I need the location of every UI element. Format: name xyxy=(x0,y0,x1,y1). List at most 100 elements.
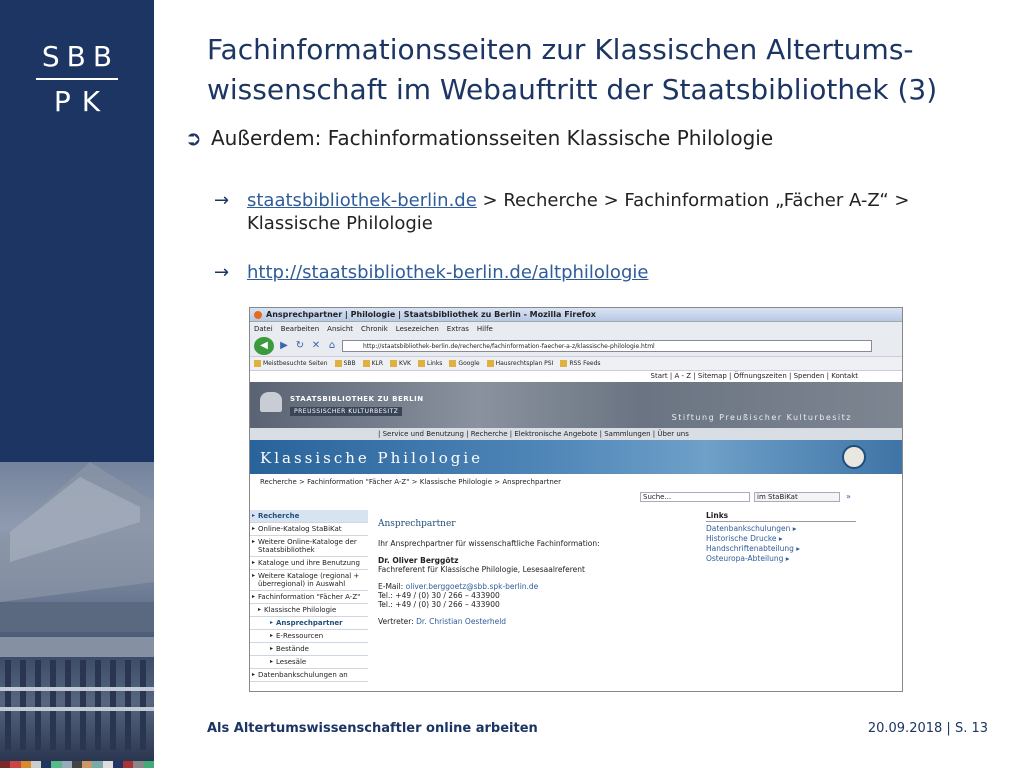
contact-role: Fachreferent für Klassische Philologie, … xyxy=(378,565,585,574)
bookmark-label: Links xyxy=(427,360,443,367)
forward-icon[interactable]: ▶ xyxy=(278,340,290,352)
search-scope-select[interactable]: im StaBiKat xyxy=(754,492,840,502)
nav-item[interactable]: Datenbankschulungen an xyxy=(250,669,368,682)
browser-navbar: ◀ ▶ ↻ ✕ ⌂ http://staatsbibliothek-berlin… xyxy=(250,335,902,357)
menu-bearbeiten[interactable]: Bearbeiten xyxy=(281,325,319,333)
links-item[interactable]: Datenbankschulungen ▸ xyxy=(706,524,856,534)
nav-item-recherche[interactable]: Recherche xyxy=(250,510,368,523)
links-item-label: Handschriftenabteilung xyxy=(706,544,794,553)
search-input[interactable]: Suche... xyxy=(640,492,750,502)
browser-menubar: Datei Bearbeiten Ansicht Chronik Lesezei… xyxy=(250,322,902,335)
stop-icon[interactable]: ✕ xyxy=(310,340,322,352)
menu-hilfe[interactable]: Hilfe xyxy=(477,325,493,333)
color-bar-segment xyxy=(30,761,42,768)
site-links-box: Links Datenbankschulungen ▸ Historische … xyxy=(706,511,856,564)
search-go-button[interactable]: » xyxy=(846,492,851,501)
nav-item[interactable]: Lesesäle xyxy=(250,656,368,669)
deputy-link[interactable]: Dr. Christian Oesterheld xyxy=(416,617,506,626)
bookmark-label: Google xyxy=(458,360,480,367)
menu-chronik[interactable]: Chronik xyxy=(361,325,388,333)
menu-extras[interactable]: Extras xyxy=(447,325,469,333)
contact-details: E-Mail: oliver.berggoetz@sbb.spk-berlin.… xyxy=(378,582,688,609)
email-label: E-Mail: xyxy=(378,582,404,591)
bookmark-icon xyxy=(334,360,342,367)
nav-item[interactable]: Bestände xyxy=(250,643,368,656)
links-item[interactable]: Handschriftenabteilung ▸ xyxy=(706,544,856,554)
footer-separator: | xyxy=(942,721,955,736)
menu-lesezeichen[interactable]: Lesezeichen xyxy=(396,325,439,333)
section-banner: Klassische Philologie xyxy=(250,440,902,474)
bookmark-label: KLR xyxy=(371,360,384,367)
bookmark-item[interactable]: RSS Feeds xyxy=(560,360,601,367)
nav-item[interactable]: Weitere Online-Kataloge der Staatsbiblio… xyxy=(250,536,368,557)
links-item-label: Osteuropa-Abteilung xyxy=(706,554,784,563)
links-item[interactable]: Historische Drucke ▸ xyxy=(706,534,856,544)
site-left-nav: Recherche Online-Katalog StaBiKat Weiter… xyxy=(250,510,368,682)
footer-meta: 20.09.2018 | S. 13 xyxy=(868,721,988,736)
main-bullet: ➲ Außerdem: Fachinformationsseiten Klassi… xyxy=(185,126,773,150)
bookmark-item[interactable]: KVK xyxy=(390,360,411,367)
url-bar[interactable]: http://staatsbibliothek-berlin.de/recher… xyxy=(342,339,872,352)
nav-item[interactable]: Weitere Kataloge (regional + überregiona… xyxy=(250,570,368,591)
tel-line: Tel.: +49 / (0) 30 / 266 – 433900 xyxy=(378,600,500,609)
bookmark-item[interactable]: KLR xyxy=(362,360,384,367)
nav-item[interactable]: Klassische Philologie xyxy=(250,604,368,617)
main-bullet-text: Außerdem: Fachinformationsseiten Klassis… xyxy=(211,126,774,150)
bookmark-item[interactable]: Google xyxy=(449,360,480,367)
back-icon[interactable]: ◀ xyxy=(254,336,274,355)
color-bar-segment xyxy=(143,761,154,768)
contact-name: Dr. Oliver Berggötz xyxy=(378,556,459,565)
slide: SBB PK Fachinformationsseiten zur Klassi… xyxy=(0,0,1024,768)
site-navbar[interactable]: | Service und Benutzung | Recherche | El… xyxy=(250,428,902,440)
arrow-right-icon: → xyxy=(214,262,230,283)
bookmark-item[interactable]: Links xyxy=(418,360,442,367)
bookmarks-bar: Meistbesuchte Seiten SBB KLR KVK Links G… xyxy=(250,357,902,371)
footer-date: 20.09.2018 xyxy=(867,721,943,736)
site-subname: PREUSSISCHER KULTURBESITZ xyxy=(290,407,403,416)
arrow-right-circle-icon: ➲ xyxy=(185,126,202,150)
bookmark-item[interactable]: SBB xyxy=(334,360,356,367)
color-bar-segment xyxy=(112,761,124,768)
stiftung-label: Stiftung Preußischer Kulturbesitz xyxy=(671,413,852,422)
nav-item[interactable]: Kataloge und ihre Benutzung xyxy=(250,557,368,570)
color-bar-segment xyxy=(123,761,134,768)
nav-item[interactable]: Online-Katalog StaBiKat xyxy=(250,523,368,536)
site-main-content: Ansprechpartner Ihr Ansprechpartner für … xyxy=(378,520,688,634)
color-bar xyxy=(0,761,154,768)
altphilologie-link[interactable]: http://staatsbibliothek-berlin.de/altphi… xyxy=(247,262,648,283)
color-bar-segment xyxy=(71,761,83,768)
deputy-block: Vertreter: Dr. Christian Oesterheld xyxy=(378,617,688,626)
email-link[interactable]: oliver.berggoetz@sbb.spk-berlin.de xyxy=(406,582,539,591)
google-icon xyxy=(449,360,457,367)
nav-item[interactable]: Fachinformation "Fächer A-Z" xyxy=(250,591,368,604)
logo-top: SBB xyxy=(41,40,120,73)
slide-title: Fachinformationsseiten zur Klassischen A… xyxy=(207,33,938,106)
footer-page: S. 13 xyxy=(954,721,988,736)
color-bar-segment xyxy=(10,761,21,768)
arrow-right-icon: → xyxy=(214,190,230,211)
browser-title: Ansprechpartner | Philologie | Staatsbib… xyxy=(266,310,596,319)
nav-item-active[interactable]: Ansprechpartner xyxy=(250,617,368,630)
site-breadcrumb: Recherche > Fachinformation "Fächer A-Z"… xyxy=(260,478,561,486)
color-bar-segment xyxy=(20,761,31,768)
bookmark-label: Meistbesuchte Seiten xyxy=(263,360,328,367)
bookmark-icon xyxy=(254,360,261,367)
nav-item[interactable]: E-Ressourcen xyxy=(250,630,368,643)
site-name: STAATSBIBLIOTHEK ZU BERLIN xyxy=(290,395,424,403)
reload-icon[interactable]: ↻ xyxy=(294,340,306,352)
color-bar-segment xyxy=(133,761,144,768)
folder-icon xyxy=(486,360,494,367)
sub-bullet-url-text: http://staatsbibliothek-berlin.de/altphi… xyxy=(247,261,1007,284)
browser-screenshot: Ansprechpartner | Philologie | Staatsbib… xyxy=(249,307,903,692)
browser-titlebar: Ansprechpartner | Philologie | Staatsbib… xyxy=(250,308,902,322)
bookmark-item[interactable]: Meistbesuchte Seiten xyxy=(254,360,328,367)
links-item[interactable]: Osteuropa-Abteilung ▸ xyxy=(706,554,856,564)
home-icon[interactable]: ⌂ xyxy=(326,340,338,352)
menu-datei[interactable]: Datei xyxy=(254,325,273,333)
bookmark-item[interactable]: Hausrechtsplan PSI xyxy=(486,360,553,367)
site-toplinks[interactable]: Start | A - Z | Sitemap | Öffnungszeiten… xyxy=(250,371,902,382)
menu-ansicht[interactable]: Ansicht xyxy=(327,325,353,333)
bookmark-icon xyxy=(362,360,370,367)
color-bar-segment xyxy=(82,761,93,768)
staatsbibliothek-link[interactable]: staatsbibliothek-berlin.de xyxy=(247,190,477,211)
